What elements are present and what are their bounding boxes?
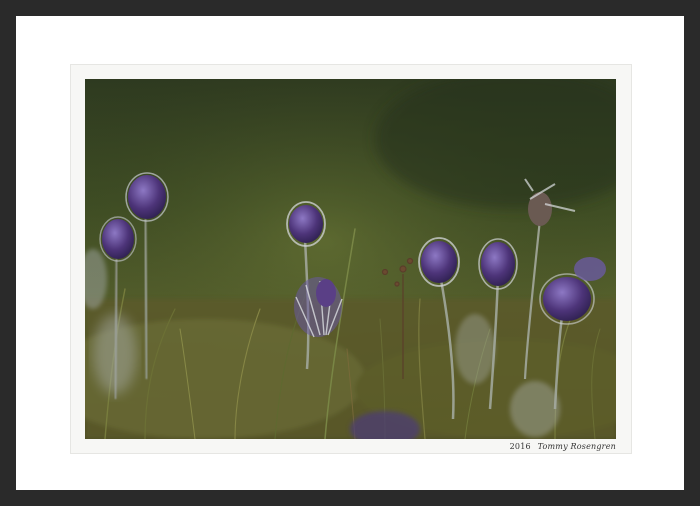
caption-year: 2016 bbox=[509, 442, 531, 451]
photo-caption: 2016 Tommy Rosengren bbox=[510, 442, 616, 451]
caption-author: Tommy Rosengren bbox=[537, 442, 616, 451]
pasque-flower-photo bbox=[85, 79, 616, 439]
